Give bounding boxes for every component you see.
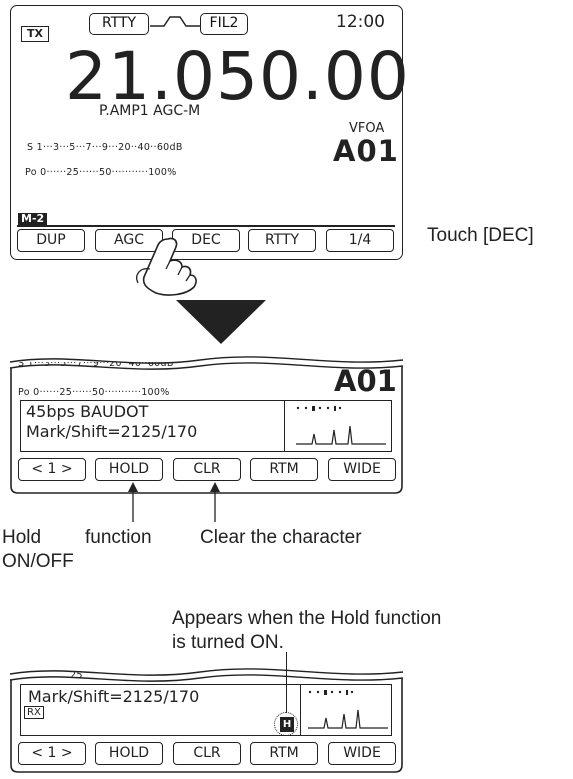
page-select-key[interactable]: < 1 > — [18, 458, 86, 481]
s-meter-scale: S 1···3···5···7···9···20··40··60dB — [27, 142, 183, 153]
hold-indicator: H — [280, 717, 294, 732]
menu-divider — [17, 225, 395, 227]
menu-level-label: M-2 — [18, 213, 48, 225]
clr-key[interactable]: CLR — [173, 742, 241, 765]
down-arrow-icon — [176, 300, 266, 344]
wide-key[interactable]: WIDE — [328, 742, 396, 765]
hold-caption-3: ON/OFF — [2, 551, 74, 572]
amp-agc-status: P.AMP1 AGC-M — [99, 103, 201, 119]
screen-decode-display: S 1···3···5···7···9···20··40··60dB Po 0·… — [10, 352, 403, 494]
clock: 12:00 — [336, 12, 385, 32]
hold-indicator-leader — [286, 652, 288, 712]
memory-channel: A01 — [333, 134, 399, 168]
touch-hand-icon — [136, 237, 197, 296]
dup-key[interactable]: DUP — [17, 229, 85, 252]
clear-caption: Clear the character — [200, 527, 362, 548]
screen-hold-display: 25 Mark/Shift=2125/170 RX H < 1 > HOLD C… — [10, 652, 403, 773]
rtty-key[interactable]: RTTY — [248, 229, 316, 252]
decode-line: Mark/Shift=2125/170 — [28, 687, 200, 706]
touch-dec-caption: Touch [DEC] — [427, 225, 534, 246]
s-meter-scale-partial: S 1···3···5···7···9···20··40··60dB — [18, 362, 174, 369]
page-key[interactable]: 1/4 — [326, 229, 394, 252]
annotation-arrows — [128, 482, 220, 522]
hold-caption-1: Hold — [2, 527, 42, 548]
appears-caption-1: Appears when the Hold function — [172, 608, 442, 629]
rx-indicator: RX — [24, 706, 44, 719]
frequency-readout: 21.050.00 — [65, 38, 410, 115]
rtm-key[interactable]: RTM — [250, 742, 318, 765]
page-select-key[interactable]: < 1 > — [18, 742, 86, 765]
decode-line-2: Mark/Shift=2125/170 — [26, 422, 198, 441]
rtm-key[interactable]: RTM — [250, 458, 318, 481]
tx-indicator: TX — [21, 26, 49, 42]
filter-indicator: FIL2 — [200, 13, 248, 35]
wide-key[interactable]: WIDE — [328, 458, 396, 481]
clr-key[interactable]: CLR — [173, 458, 241, 481]
po-meter-scale-partial: 25 — [70, 670, 83, 681]
audio-scope-graph — [308, 690, 388, 729]
hold-caption-2: function — [85, 527, 152, 548]
audio-scope-graph — [296, 406, 386, 445]
mode-indicator: RTTY — [89, 13, 149, 35]
decode-line-1: 45bps BAUDOT — [26, 402, 149, 421]
appears-caption-2: is turned ON. — [172, 632, 284, 653]
hold-key[interactable]: HOLD — [95, 458, 163, 481]
memory-channel: A01 — [334, 364, 397, 398]
po-meter-scale: Po 0······25······50···········100% — [25, 167, 177, 178]
filter-shape-icon — [150, 16, 200, 27]
po-meter-scale: Po 0······25······50···········100% — [18, 387, 170, 398]
hold-key[interactable]: HOLD — [95, 742, 163, 765]
screen-main-display: TX RTTY FIL2 12:00 21.050.00 P.AMP1 AGC-… — [10, 5, 409, 260]
